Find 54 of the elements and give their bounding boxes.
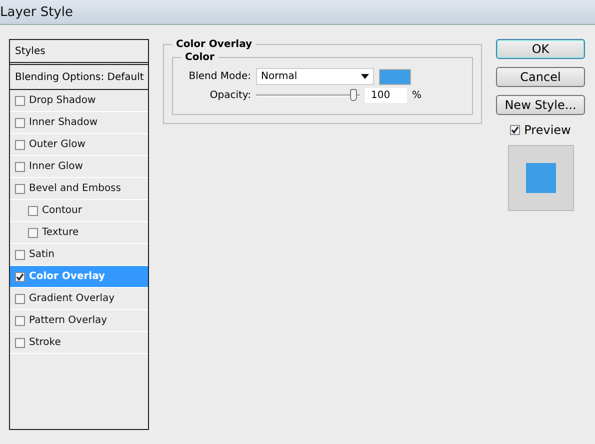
blending-options-item[interactable]: Blending Options: Default [10, 65, 148, 90]
group-title: Color Overlay [175, 39, 254, 50]
blend-mode-label: Blend Mode: [188, 71, 251, 82]
style-label: Inner Shadow [29, 117, 98, 128]
style-item[interactable]: Bevel and Emboss [10, 178, 148, 200]
style-label: Outer Glow [29, 139, 86, 150]
style-item[interactable]: Outer Glow [10, 134, 148, 156]
color-swatch[interactable] [379, 68, 411, 84]
style-item[interactable]: Inner Shadow [10, 112, 148, 134]
style-label: Texture [42, 227, 79, 238]
dialog-button[interactable]: OK [496, 39, 585, 59]
style-label: Color Overlay [29, 271, 106, 282]
style-label: Satin [29, 249, 55, 260]
style-item[interactable]: Contour [10, 200, 148, 222]
opacity-field[interactable]: 100 [365, 88, 407, 103]
checkbox[interactable] [15, 184, 25, 194]
style-label: Stroke [29, 337, 61, 348]
style-label: Gradient Overlay [29, 293, 115, 304]
group-title: Color [184, 52, 216, 63]
checkbox[interactable] [15, 96, 25, 106]
style-label: Contour [42, 205, 82, 216]
check-icon [511, 126, 520, 134]
checkbox[interactable] [15, 316, 25, 326]
checkbox[interactable] [15, 338, 25, 348]
window-title: Layer Style [0, 4, 74, 20]
style-item[interactable]: Stroke [10, 332, 148, 354]
checkbox[interactable] [510, 125, 520, 135]
style-item[interactable]: Gradient Overlay [10, 288, 148, 310]
style-label: Drop Shadow [29, 95, 96, 106]
percent-unit: % [412, 90, 422, 101]
style-label: Pattern Overlay [29, 315, 108, 326]
checkbox[interactable] [15, 118, 25, 128]
styles-header[interactable]: Styles [10, 40, 148, 65]
checkbox[interactable] [15, 294, 25, 304]
checkbox[interactable] [15, 140, 25, 150]
dialog-button[interactable]: Cancel [496, 67, 585, 87]
style-label: Bevel and Emboss [29, 183, 121, 194]
style-item[interactable]: Texture [10, 222, 148, 244]
dialog-button[interactable]: New Style... [496, 95, 585, 115]
style-item[interactable]: Pattern Overlay [10, 310, 148, 332]
checkbox[interactable] [15, 272, 25, 282]
checkbox[interactable] [28, 228, 38, 238]
slider-thumb[interactable] [350, 89, 358, 101]
preview-label: Preview [524, 123, 571, 137]
opacity-label: Opacity: [208, 90, 251, 101]
checkbox[interactable] [28, 206, 38, 216]
check-icon [16, 272, 24, 280]
style-label: Inner Glow [29, 161, 83, 172]
style-item[interactable]: Drop Shadow [10, 90, 148, 112]
caret-icon [361, 74, 369, 79]
checkbox[interactable] [15, 250, 25, 260]
checkbox[interactable] [15, 162, 25, 172]
blend-mode-dropdown[interactable]: Normal [256, 68, 374, 85]
style-item[interactable]: Inner Glow [10, 156, 148, 178]
